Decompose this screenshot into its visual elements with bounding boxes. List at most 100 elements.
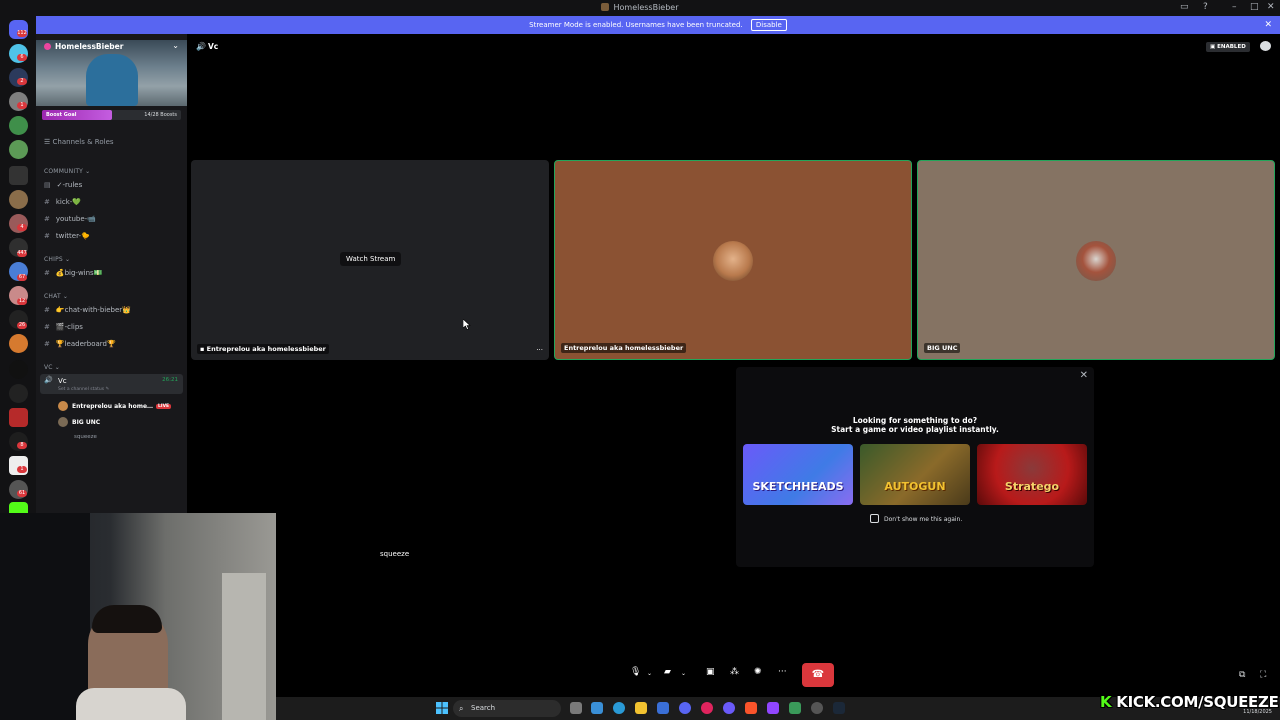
notepad-icon[interactable] [789,702,801,714]
taskbar-date: 11/18/2025 [1243,709,1272,715]
activity-suggestion-popup: ✕ Looking for something to do? Start a g… [736,367,1094,567]
more-options-icon[interactable]: ··· [778,667,787,677]
category-community[interactable]: COMMUNITY ⌄ [44,168,90,175]
server-icon[interactable] [9,360,28,379]
pop-out-icon[interactable]: ⧉ [1239,670,1245,680]
taskbar-search[interactable]: ⌕ Search [453,700,561,717]
activity-card-sketchheads[interactable]: SKETCHHEADS [743,444,853,505]
file-explorer-icon[interactable] [635,702,647,714]
app-icon[interactable] [723,702,735,714]
server-icon[interactable] [9,334,28,353]
channel-label: 👉chat-with-bieber👑 [55,306,131,314]
category-chat[interactable]: CHAT ⌄ [44,293,68,300]
participant-tile[interactable]: Entreprelou aka homelessbieber [554,160,912,360]
server-name[interactable]: HomelessBieber [44,42,123,51]
close-banner-icon[interactable]: ✕ [1264,16,1272,34]
server-icon[interactable] [9,140,28,159]
channel-rules[interactable]: ▤ ✓-rules [44,181,82,189]
app-icon[interactable] [811,702,823,714]
channel-label: youtube-📹 [55,215,96,223]
voice-timer: 26:21 [162,377,178,383]
chevron-down-icon[interactable]: ⌄ [172,41,179,50]
checkbox-label: Don't show me this again. [884,516,963,523]
speaker-icon: 🔊 [196,42,206,51]
channel-label: kick-💚 [55,198,82,206]
channel-twitter[interactable]: # twitter-🐤 [44,232,90,240]
disconnect-button[interactable]: ☎ [802,663,834,687]
chat-icon[interactable] [1260,41,1271,51]
watch-stream-button[interactable]: Watch Stream [340,252,402,266]
voice-channel-vc[interactable]: 🔊 Vc 26:21 Set a channel status ✎ [40,374,183,394]
streamer-mode-enabled-badge[interactable]: ▣ ENABLED [1206,42,1250,52]
server-badge: 26 [17,322,27,329]
mouse-cursor-icon [463,319,471,330]
channel-chat-with-bieber[interactable]: # 👉chat-with-bieber👑 [44,306,131,314]
streamer-mode-text: Streamer Mode is enabled. Usernames have… [529,21,743,29]
close-window-icon[interactable]: ✕ [1267,2,1275,12]
boost-goal-bar[interactable]: Boost Goal 14/28 Boosts [42,110,181,120]
app-icon[interactable] [701,702,713,714]
microphone-icon[interactable]: 🎙 [630,667,641,677]
checkbox[interactable] [870,514,879,523]
mail-icon[interactable] [657,702,669,714]
channel-label: ✓-rules [56,181,83,189]
soundboard-icon[interactable]: ✺ [754,667,762,677]
category-vc[interactable]: VC ⌄ [44,364,60,371]
dont-show-again-checkbox[interactable]: Don't show me this again. [870,514,962,523]
minimize-icon[interactable]: – [1232,2,1237,12]
close-icon[interactable]: ✕ [1080,370,1088,381]
edge-icon[interactable] [613,702,625,714]
channels-roles-link[interactable]: ☰ Channels & Roles [44,138,114,146]
channel-label: twitter-🐤 [55,232,90,240]
server-icon[interactable] [9,116,28,135]
set-channel-status[interactable]: Set a channel status ✎ [58,387,109,392]
member-name: Entreprelou aka home… [72,403,154,410]
stream-tile[interactable]: Watch Stream ▪ Entreprelou aka homelessb… [191,160,549,360]
windows-start-icon[interactable] [436,702,448,714]
share-screen-icon[interactable]: ▣ [706,667,715,677]
chevron-down-icon[interactable]: ⌄ [647,670,652,677]
maximize-icon[interactable]: □ [1250,2,1259,12]
game-title: AUTOGUN [884,480,946,493]
chevron-down-icon[interactable]: ⌄ [681,670,686,677]
steam-icon[interactable] [833,702,845,714]
server-favicon-icon [601,3,610,11]
game-title: Stratego [1004,480,1060,493]
server-rail: 112 6 2 1 4 447 67 12 26 8 1 61 [0,16,36,521]
channel-big-wins[interactable]: # 💰big-wins💵 [44,269,102,277]
voice-member[interactable]: BIG UNC [58,417,100,427]
channel-clips[interactable]: # 🎬-clips [44,323,83,331]
activity-card-stratego[interactable]: Stratego [977,444,1087,505]
app-icon[interactable] [767,702,779,714]
channel-leaderboard[interactable]: # 🏆leaderboard🏆 [44,340,116,348]
help-icon[interactable]: ? [1203,2,1208,12]
category-chips[interactable]: CHIPS ⌄ [44,256,70,263]
activities-icon[interactable]: ⁂ [730,667,739,677]
disable-streamer-mode-button[interactable]: Disable [750,19,787,31]
window-title: HomelessBieber [0,3,1280,12]
voice-member[interactable]: squeeze [74,434,97,440]
server-icon[interactable] [9,166,28,185]
brave-icon[interactable] [745,702,757,714]
inbox-icon[interactable]: ▭ [1180,2,1189,12]
camera-off-icon[interactable]: ▰ [664,667,671,677]
activity-card-autogun[interactable]: AUTOGUN [860,444,970,505]
discord-taskbar-icon[interactable] [679,702,691,714]
participant-tile[interactable]: BIG UNC [917,160,1275,360]
server-icon[interactable] [9,408,28,427]
task-view-icon[interactable] [570,702,582,714]
server-icon[interactable] [9,384,28,403]
participant-label: squeeze [380,550,410,558]
server-badge: 2 [17,78,27,85]
copilot-icon[interactable] [591,702,603,714]
voice-member[interactable]: Entreprelou aka home… LIVE [58,401,172,411]
more-options-icon[interactable]: ··· [536,346,543,354]
hang-up-icon: ☎ [811,669,825,680]
server-icon[interactable] [9,190,28,209]
streamer-hair [92,605,162,633]
fullscreen-icon[interactable]: ⛶ [1260,670,1266,680]
channel-youtube[interactable]: # youtube-📹 [44,215,96,223]
speaker-icon: 🔊 [44,376,53,384]
hashtag-icon: # [44,215,50,223]
channel-kick[interactable]: # kick-💚 [44,198,81,206]
